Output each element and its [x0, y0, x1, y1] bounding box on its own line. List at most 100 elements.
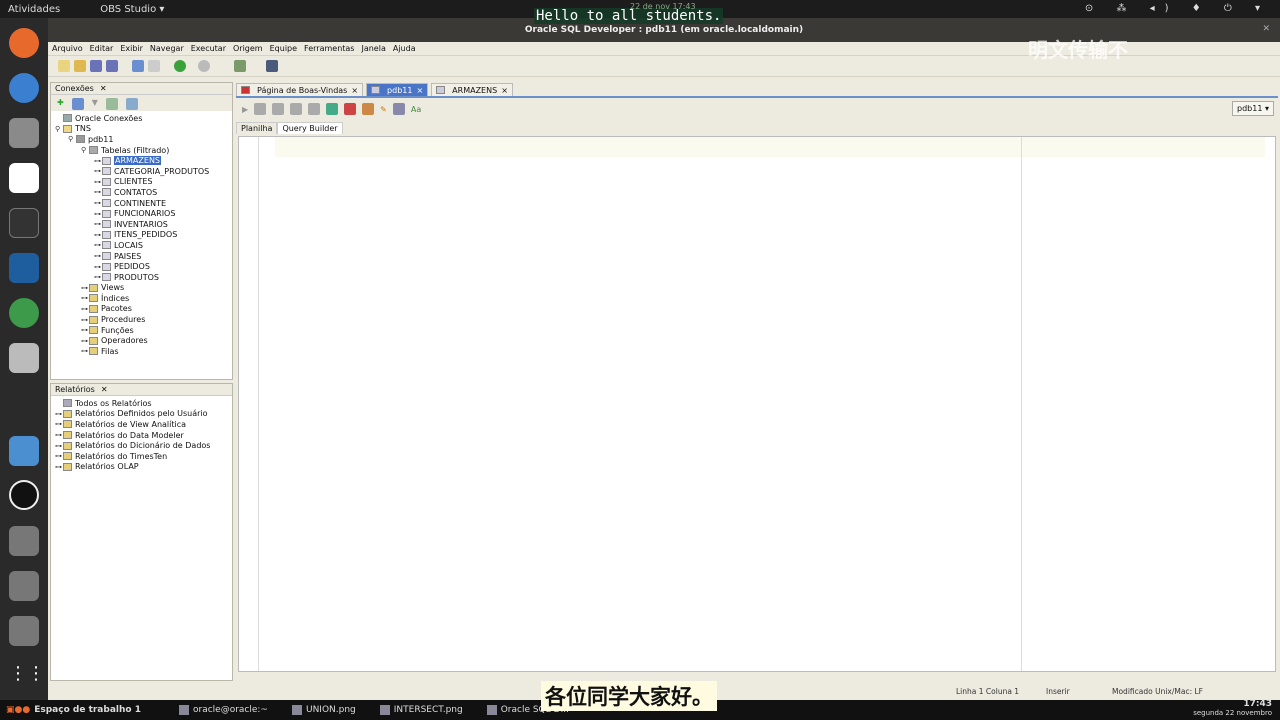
expand-icon[interactable]: ⊶ [81, 305, 89, 313]
tree-folder-item[interactable]: ⊶ Operadores [55, 335, 228, 346]
system-tray-icons[interactable]: ⊙ ⁂ ◂) ♦ ⏻ ▾ [1085, 3, 1270, 14]
report-folder-item[interactable]: ⊶ Relatórios OLAP [55, 462, 228, 473]
clear-icon[interactable]: ✎ [380, 105, 387, 114]
expand-icon[interactable]: ⊶ [55, 410, 63, 418]
expand-icon[interactable]: ⊶ [94, 199, 102, 207]
tree-folder-item[interactable]: ⊶ Pacotes [55, 304, 228, 315]
report-folder-item[interactable]: ⊶ Relatórios do Dicionário de Dados [55, 440, 228, 451]
workspace-switcher[interactable]: Espaço de trabalho 1 [34, 705, 141, 715]
run-statement-icon[interactable]: ▶ [242, 105, 248, 114]
history-icon[interactable] [392, 103, 405, 115]
tab-planilha[interactable]: Planilha [236, 122, 278, 134]
tree-folder-item[interactable]: ⊶ Views [55, 283, 228, 294]
disk-icon[interactable] [9, 526, 39, 556]
close-icon[interactable]: × [351, 86, 358, 95]
close-icon[interactable]: ✕ [1262, 24, 1270, 34]
menu-ferramentas[interactable]: Ferramentas [304, 44, 354, 53]
binoculars-icon[interactable] [266, 60, 278, 72]
tree-tns[interactable]: ⚲ TNS [55, 124, 228, 135]
tree-table-item[interactable]: ⊶ CLIENTES [55, 177, 228, 188]
sql-tuning-icon[interactable] [326, 103, 339, 115]
save-all-icon[interactable] [106, 60, 118, 72]
tree-table-item[interactable]: ⊶ ARMAZENS [55, 155, 228, 166]
tree-table-item[interactable]: ⊶ CONTINENTE [55, 198, 228, 209]
tree-table-item[interactable]: ⊶ PRODUTOS [55, 272, 228, 283]
expand-icon[interactable]: ⊶ [94, 231, 102, 239]
forward-icon[interactable] [174, 60, 186, 72]
menu-equipe[interactable]: Equipe [270, 44, 297, 53]
expand-icon[interactable]: ⊶ [81, 294, 89, 302]
sqldeveloper-icon[interactable] [9, 436, 39, 466]
new-icon[interactable] [58, 60, 70, 72]
firefox-icon[interactable] [9, 28, 39, 58]
close-icon[interactable]: × [416, 86, 423, 95]
expand-icon[interactable]: ⊶ [94, 252, 102, 260]
report-folder-item[interactable]: ⊶ Relatórios do Data Modeler [55, 430, 228, 441]
doc-tab[interactable]: Página de Boas-Vindas × [236, 83, 364, 96]
add-connection-icon[interactable]: ✚ [57, 98, 64, 108]
format-icon[interactable]: Aa [411, 105, 421, 114]
redo-icon[interactable] [148, 60, 160, 72]
commit-icon[interactable] [272, 103, 285, 115]
close-icon[interactable]: × [501, 86, 508, 95]
doc-tab[interactable]: pdb11 × [366, 83, 429, 96]
tree-folder-item[interactable]: ⊶ Procedures [55, 314, 228, 325]
expand-icon[interactable]: ⊶ [94, 273, 102, 281]
doc-tab[interactable]: ARMAZENS × [431, 83, 513, 96]
report-folder-item[interactable]: ⊶ Relatórios Definidos pelo Usuário [55, 409, 228, 420]
menu-editar[interactable]: Editar [90, 44, 114, 53]
expand-icon[interactable]: ⊶ [94, 178, 102, 186]
taskbar-item[interactable]: INTERSECT.png [379, 705, 463, 715]
tab-query-builder[interactable]: Query Builder [277, 122, 343, 134]
connection-select[interactable]: pdb11 ▾ [1232, 101, 1274, 116]
expand-icon[interactable]: ⊶ [81, 284, 89, 292]
tree-table-item[interactable]: ⊶ ITENS_PEDIDOS [55, 230, 228, 241]
app-menu[interactable]: OBS Studio ▾ [100, 4, 164, 15]
expand-icon[interactable]: ⊶ [81, 337, 89, 345]
expand-icon[interactable]: ⊶ [55, 452, 63, 460]
tree-folder-item[interactable]: ⊶ Filas [55, 346, 228, 357]
expand-icon[interactable]: ⊶ [94, 157, 102, 165]
open-icon[interactable] [74, 60, 86, 72]
menu-exibir[interactable]: Exibir [120, 44, 143, 53]
tree-connection-pdb11[interactable]: ⚲ pdb11 [55, 134, 228, 145]
tree-table-item[interactable]: ⊶ CATEGORIA_PRODUTOS [55, 166, 228, 177]
menu-navegar[interactable]: Navegar [150, 44, 184, 53]
expand-icon[interactable]: ⊶ [81, 326, 89, 334]
collapse-icon[interactable] [125, 98, 138, 110]
expand-icon[interactable]: ⊶ [55, 463, 63, 471]
cancel-icon[interactable] [308, 103, 321, 115]
tree-folder-item[interactable]: ⊶ Funções [55, 325, 228, 336]
tree-table-item[interactable]: ⊶ CONTATOS [55, 187, 228, 198]
menu-ajuda[interactable]: Ajuda [393, 44, 416, 53]
text-editor-icon[interactable] [9, 163, 39, 193]
expand-icon[interactable]: ⊶ [55, 420, 63, 428]
files-icon[interactable] [9, 118, 39, 148]
chrome-icon[interactable] [9, 298, 39, 328]
expand-icon[interactable]: ⚲ [81, 146, 89, 154]
expand-icon[interactable]: ⊶ [94, 167, 102, 175]
tree-tables-folder[interactable]: ⚲ Tabelas (Filtrado) [55, 145, 228, 156]
tree-table-item[interactable]: ⊶ INVENTARIOS [55, 219, 228, 230]
expand-icon[interactable]: ⊶ [94, 220, 102, 228]
expand-icon[interactable]: ⚲ [68, 135, 76, 143]
show-apps-icon[interactable]: ⋮⋮ [9, 663, 45, 693]
disk-icon[interactable] [9, 571, 39, 601]
search-icon[interactable] [9, 343, 39, 373]
tree-table-item[interactable]: ⊶ LOCAIS [55, 240, 228, 251]
activities-button[interactable]: Atividades [8, 4, 60, 15]
tree-folder-item[interactable]: ⊶ Índices [55, 293, 228, 304]
sql-text-area[interactable] [238, 136, 1276, 672]
explain-plan-icon[interactable] [362, 103, 375, 115]
refresh-icon[interactable] [71, 98, 84, 110]
tree-table-item[interactable]: ⊶ FUNCIONARIOS [55, 208, 228, 219]
taskbar-launchers-icon[interactable]: ▣●● [6, 705, 30, 715]
terminal-icon[interactable] [9, 208, 39, 238]
expand-icon[interactable]: ⊶ [81, 316, 89, 324]
virtualbox-icon[interactable] [9, 253, 39, 283]
clock[interactable]: 22 de nov 17:43 [630, 2, 696, 11]
back-icon[interactable] [198, 60, 210, 72]
rollback-icon[interactable] [290, 103, 303, 115]
expand-icon[interactable]: ⊶ [55, 431, 63, 439]
report-folder-item[interactable]: ⊶ Relatórios do TimesTen [55, 451, 228, 462]
